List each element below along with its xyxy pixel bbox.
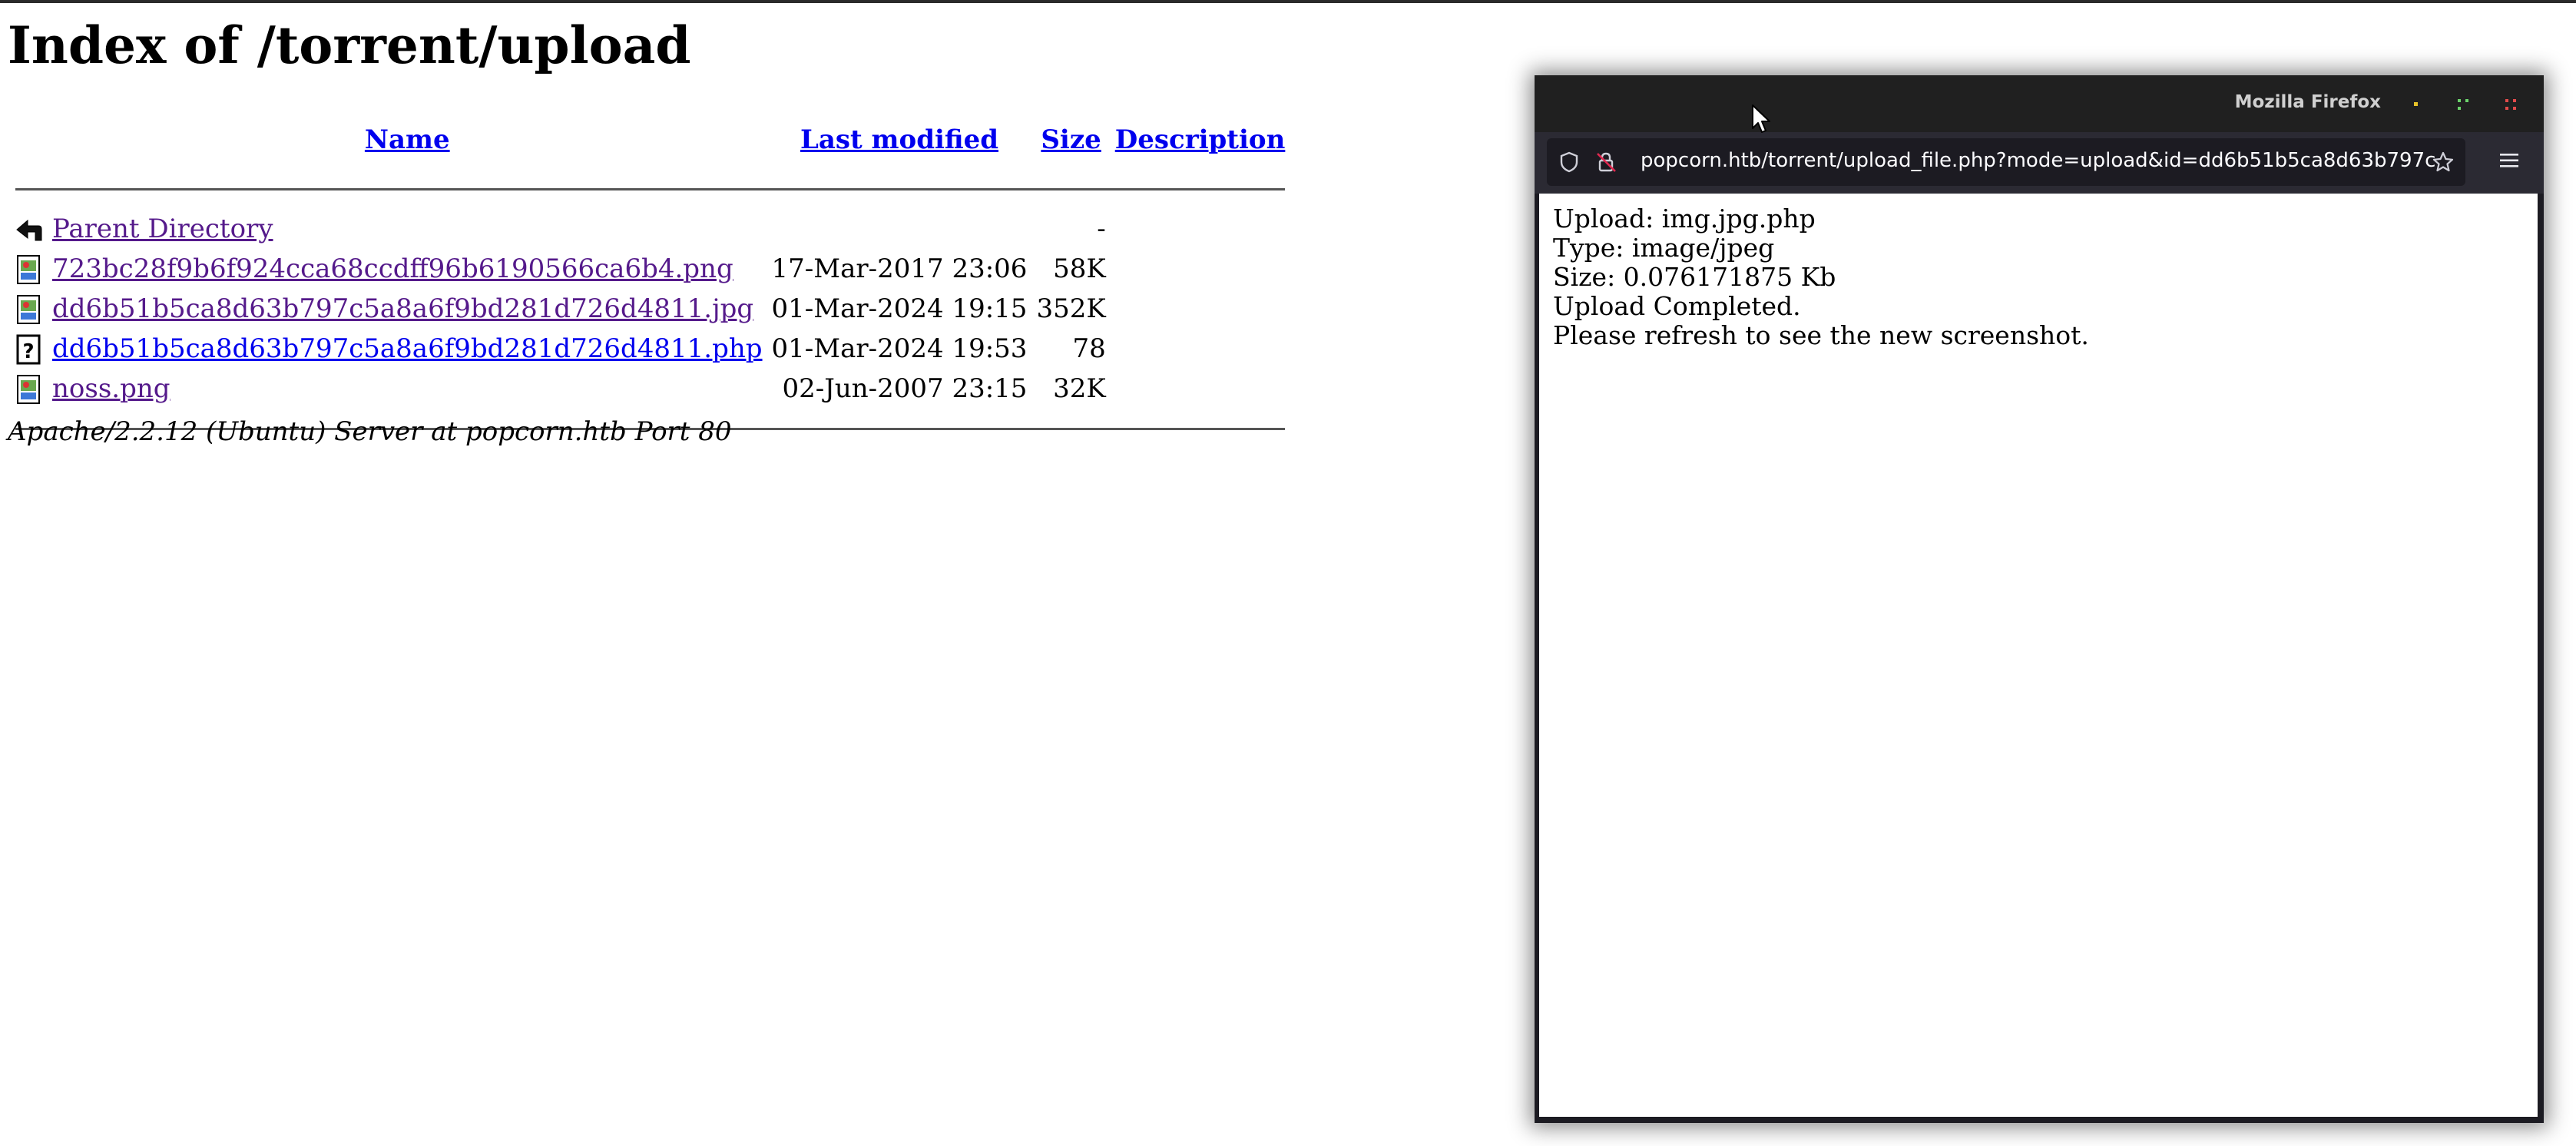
minimize-button[interactable] bbox=[2410, 98, 2421, 109]
header-divider-row bbox=[11, 169, 1290, 209]
upload-filename-line: Upload: img.jpg.php bbox=[1553, 204, 1816, 234]
file-size: - bbox=[1097, 214, 1106, 244]
upload-type-line: Type: image/jpeg bbox=[1553, 233, 1775, 263]
header-divider bbox=[15, 187, 1286, 190]
file-size: 78 bbox=[1072, 333, 1106, 364]
file-date: 01-Mar-2024 19:15 bbox=[771, 293, 1028, 324]
minimize-icon bbox=[2414, 102, 2418, 106]
upload-status-line: Upload Completed. bbox=[1553, 291, 1801, 321]
image-icon bbox=[15, 254, 43, 285]
file-link[interactable]: 723bc28f9b6f924cca68ccdff96b6190566ca6b4… bbox=[52, 253, 733, 284]
bookmark-star-icon[interactable] bbox=[2432, 151, 2455, 174]
file-link[interactable]: dd6b51b5ca8d63b797c5a8a6f9bd281d726d4811… bbox=[52, 293, 753, 324]
sort-by-date-link[interactable]: Last modified bbox=[800, 124, 998, 155]
maximize-icon bbox=[2458, 99, 2468, 110]
unknown-file-icon: ? bbox=[15, 334, 43, 365]
top-border bbox=[0, 0, 2576, 3]
svg-text:?: ? bbox=[22, 340, 34, 363]
url-text[interactable]: popcorn.htb/torrent/upload_file.php?mode… bbox=[1641, 149, 2436, 172]
navigation-toolbar: popcorn.htb/torrent/upload_file.php?mode… bbox=[1535, 132, 2544, 194]
upload-size-line: Size: 0.076171875 Kb bbox=[1553, 262, 1836, 292]
icon-column-header bbox=[11, 111, 48, 169]
table-row: dd6b51b5ca8d63b797c5a8a6f9bd281d726d4811… bbox=[11, 289, 1290, 329]
popup-page-content: Upload: img.jpg.php Type: image/jpeg Siz… bbox=[1539, 194, 2538, 1117]
file-size: 352K bbox=[1036, 293, 1106, 324]
hamburger-menu-icon[interactable] bbox=[2498, 149, 2521, 172]
last-modified-column-header[interactable]: Last modified bbox=[767, 111, 1032, 169]
file-link[interactable]: dd6b51b5ca8d63b797c5a8a6f9bd281d726d4811… bbox=[52, 333, 763, 364]
sort-by-size-link[interactable]: Size bbox=[1041, 124, 1101, 155]
shield-icon[interactable] bbox=[1558, 151, 1581, 174]
firefox-popup-window: Mozilla Firefox popcorn.htb/torrent/uplo… bbox=[1535, 75, 2544, 1123]
url-bar[interactable]: popcorn.htb/torrent/upload_file.php?mode… bbox=[1547, 138, 2465, 186]
back-arrow-icon bbox=[15, 214, 43, 245]
file-listing-table: Name Last modified Size Description Pare… bbox=[11, 111, 1290, 449]
window-titlebar[interactable]: Mozilla Firefox bbox=[1535, 75, 2544, 132]
close-icon bbox=[2505, 99, 2516, 110]
upload-result-text: Upload: img.jpg.php Type: image/jpeg Siz… bbox=[1553, 204, 2089, 350]
insecure-lock-icon[interactable] bbox=[1594, 151, 1617, 174]
parent-directory-link[interactable]: Parent Directory bbox=[52, 214, 273, 244]
file-date: 02-Jun-2007 23:15 bbox=[782, 373, 1028, 404]
image-icon bbox=[15, 294, 43, 325]
refresh-hint-line: Please refresh to see the new screenshot… bbox=[1553, 320, 2089, 350]
table-row-parent: Parent Directory - bbox=[11, 209, 1290, 249]
server-signature: Apache/2.2.12 (Ubuntu) Server at popcorn… bbox=[8, 416, 732, 447]
window-title: Mozilla Firefox bbox=[2234, 92, 2381, 112]
table-row: 723bc28f9b6f924cca68ccdff96b6190566ca6b4… bbox=[11, 249, 1290, 289]
file-size: 32K bbox=[1053, 373, 1106, 404]
name-column-header[interactable]: Name bbox=[48, 111, 767, 169]
maximize-button[interactable] bbox=[2458, 98, 2468, 110]
size-column-header[interactable]: Size bbox=[1031, 111, 1110, 169]
file-date: 17-Mar-2017 23:06 bbox=[771, 253, 1028, 284]
sort-by-description-link[interactable]: Description bbox=[1115, 124, 1286, 155]
file-link[interactable]: noss.png bbox=[52, 373, 171, 404]
file-date: 01-Mar-2024 19:53 bbox=[771, 333, 1028, 364]
table-header-row: Name Last modified Size Description bbox=[11, 111, 1290, 169]
page-title: Index of /torrent/upload bbox=[8, 15, 691, 75]
mouse-cursor-icon bbox=[1751, 104, 1773, 134]
table-row: ? dd6b51b5ca8d63b797c5a8a6f9bd281d726d48… bbox=[11, 329, 1290, 369]
image-icon bbox=[15, 374, 43, 405]
close-button[interactable] bbox=[2505, 98, 2516, 110]
directory-index-page: Index of /torrent/upload Name Last modif… bbox=[8, 11, 1286, 447]
description-column-header[interactable]: Description bbox=[1111, 111, 1290, 169]
sort-by-name-link[interactable]: Name bbox=[365, 124, 450, 155]
file-size: 58K bbox=[1053, 253, 1106, 284]
table-row: noss.png 02-Jun-2007 23:15 32K bbox=[11, 369, 1290, 409]
